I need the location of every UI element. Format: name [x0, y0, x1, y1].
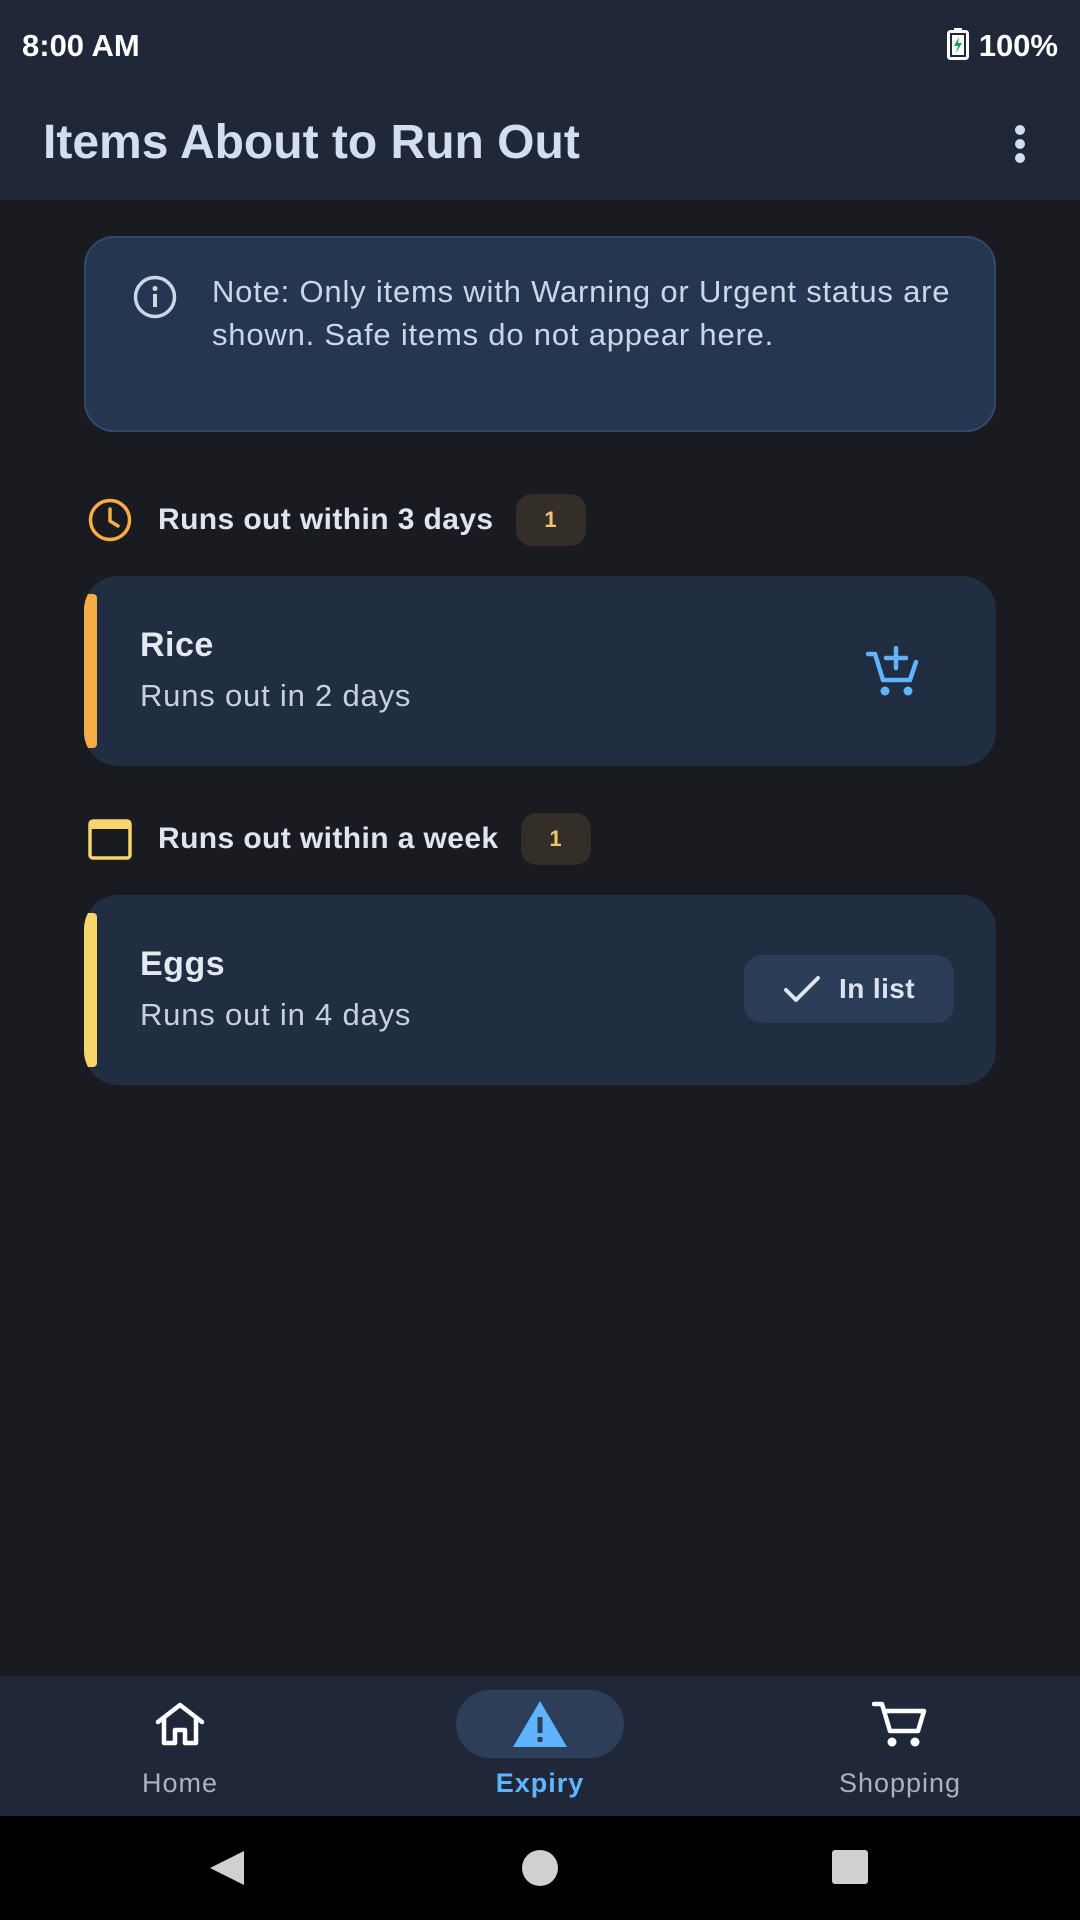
- home-circle-icon: [522, 1850, 558, 1886]
- item-name: Eggs: [140, 945, 226, 983]
- status-right: 100%: [946, 27, 1058, 65]
- cart-icon: [872, 1701, 927, 1747]
- check-icon: [784, 976, 821, 1002]
- status-bar: 8:00 AM 100%: [0, 0, 1080, 92]
- system-back-button[interactable]: [196, 1816, 256, 1920]
- nav-label: Expiry: [495, 1768, 585, 1798]
- urgency-accent-bar: [84, 594, 97, 748]
- warning-icon: [513, 1701, 567, 1747]
- nav-icon-container: [96, 1690, 264, 1758]
- more-vert-icon: [1015, 125, 1025, 163]
- section-title: Runs out within a week: [158, 822, 499, 855]
- section-header-within-3-days: Runs out within 3 days 1: [86, 494, 586, 546]
- add-shopping-cart-icon: [866, 646, 919, 696]
- in-list-label: In list: [839, 973, 915, 1004]
- nav-icon-container: [816, 1690, 984, 1758]
- nav-label: Home: [141, 1768, 219, 1798]
- nav-active-indicator: [456, 1690, 624, 1758]
- count-badge: 1: [515, 494, 586, 546]
- list-item-rice[interactable]: Rice Runs out in 2 days: [84, 576, 996, 766]
- note-text: Note: Only items with Warning or Urgent …: [212, 274, 951, 352]
- clock-icon: [86, 496, 134, 544]
- calendar-icon: [86, 815, 134, 863]
- list-item-eggs[interactable]: Eggs Runs out in 4 days In list: [84, 895, 996, 1085]
- add-to-shopping-list-button[interactable]: [864, 642, 924, 702]
- recents-square-icon: [832, 1850, 868, 1884]
- info-icon: [132, 274, 178, 325]
- system-home-button[interactable]: [510, 1816, 570, 1920]
- nav-item-home[interactable]: Home: [0, 1676, 360, 1816]
- app-bar: Items About to Run Out: [0, 92, 1080, 200]
- overflow-menu-button[interactable]: [990, 114, 1050, 174]
- section-header-within-a-week: Runs out within a week 1: [86, 813, 591, 865]
- system-recents-button[interactable]: [820, 1816, 880, 1920]
- urgency-accent-bar: [84, 913, 97, 1067]
- info-note-card: Note: Only items with Warning or Urgent …: [84, 236, 996, 432]
- section-title: Runs out within 3 days: [158, 503, 494, 536]
- status-time: 8:00 AM: [22, 28, 140, 63]
- home-icon: [155, 1702, 205, 1746]
- nav-label: Shopping: [838, 1768, 962, 1798]
- back-triangle-icon: [210, 1851, 244, 1885]
- system-navigation-bar: [0, 1816, 1080, 1920]
- page-title: Items About to Run Out: [43, 116, 580, 169]
- bottom-navigation: Home Expiry Shopping: [0, 1676, 1080, 1816]
- item-subtitle: Runs out in 4 days: [140, 997, 412, 1032]
- item-subtitle: Runs out in 2 days: [140, 678, 412, 713]
- nav-item-shopping[interactable]: Shopping: [720, 1676, 1080, 1816]
- item-name: Rice: [140, 626, 214, 664]
- battery-icon: [946, 27, 969, 65]
- count-badge: 1: [520, 813, 591, 865]
- nav-item-expiry[interactable]: Expiry: [360, 1676, 720, 1816]
- battery-percentage: 100%: [978, 28, 1058, 63]
- in-list-chip[interactable]: In list: [744, 955, 954, 1023]
